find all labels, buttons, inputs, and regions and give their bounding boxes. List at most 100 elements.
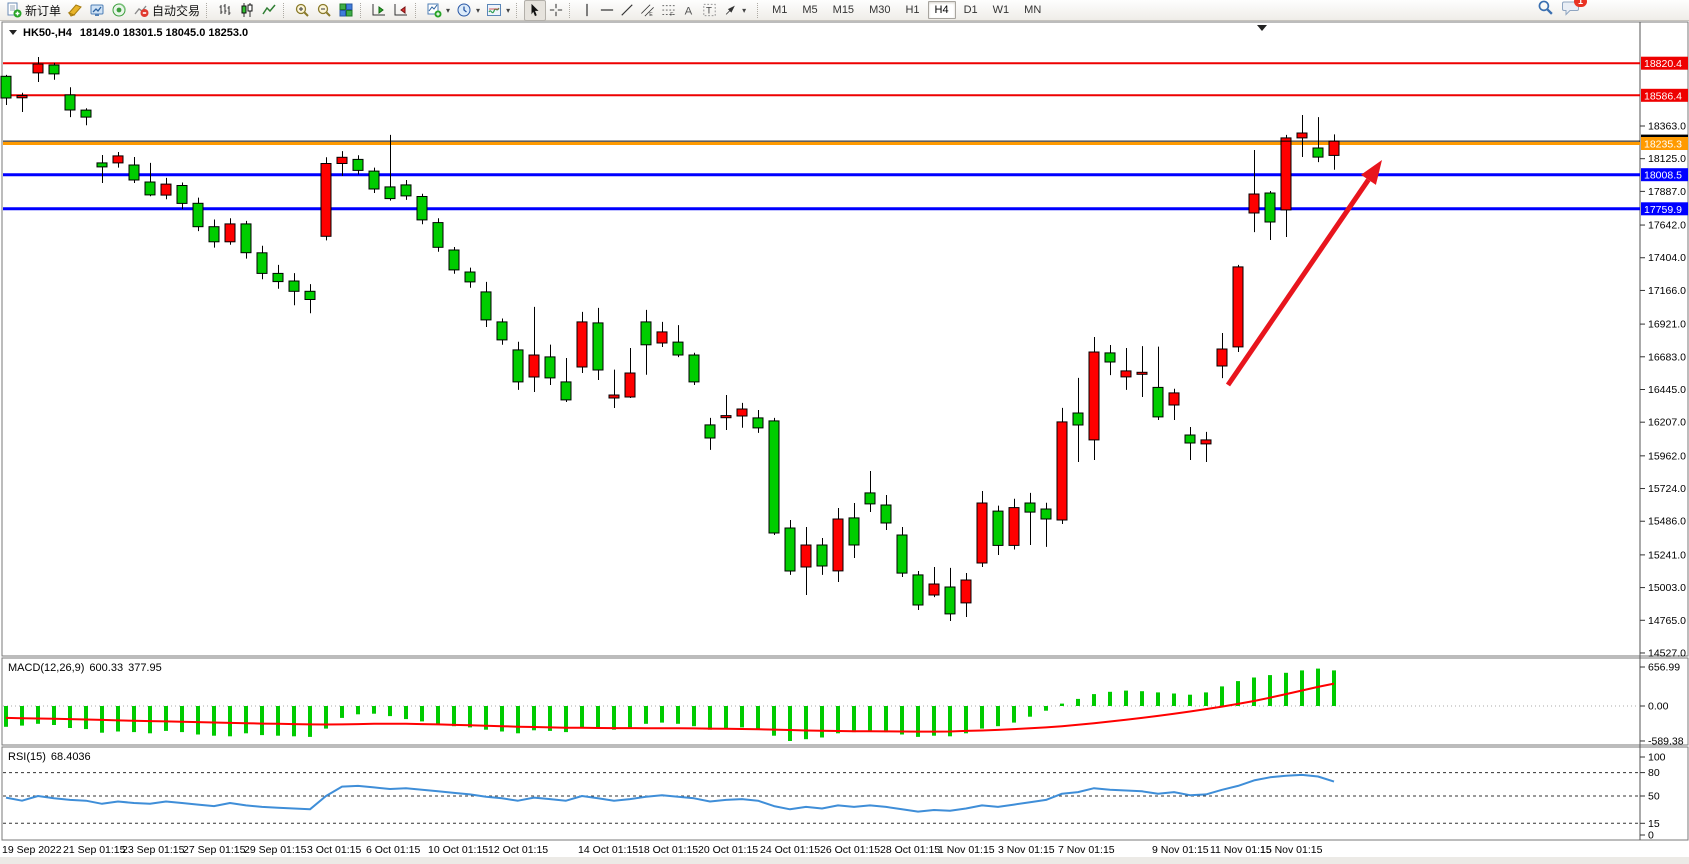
new-chart-icon — [426, 2, 442, 18]
shapes-dropdown[interactable]: ▾ — [720, 1, 749, 20]
price-tick-label: 17404.0 — [1648, 252, 1686, 264]
timeframe-M5[interactable]: M5 — [795, 1, 824, 19]
bar-chart-icon — [217, 2, 233, 18]
price-tick-label: 16445.0 — [1648, 384, 1686, 396]
time-axis[interactable]: 19 Sep 202221 Sep 01:1523 Sep 01:1527 Se… — [0, 844, 1689, 864]
autotrading-label: 自动交易 — [152, 2, 200, 19]
horizontal-line-tool-button[interactable] — [597, 1, 617, 20]
search-button[interactable] — [1537, 0, 1554, 21]
crosshair-tool-button[interactable] — [546, 1, 566, 20]
toolbar-separator — [360, 3, 365, 18]
price-tick-label: 14765.0 — [1648, 615, 1686, 627]
time-tick-label: 19 Sep 2022 — [2, 844, 62, 856]
arrows-shapes-icon — [723, 3, 738, 17]
timeframe-H1[interactable]: H1 — [898, 1, 926, 19]
timeframe-H4[interactable]: H4 — [928, 1, 956, 19]
price-tick-label: 15486.0 — [1648, 516, 1686, 528]
time-tick-label: 6 Oct 01:15 — [366, 844, 420, 856]
timeframe-D1[interactable]: D1 — [957, 1, 985, 19]
zoom-out-button[interactable] — [313, 1, 335, 20]
svg-text:18586.4: 18586.4 — [1644, 90, 1682, 102]
line-chart-button[interactable] — [258, 1, 280, 20]
time-tick-label: 20 Oct 01:15 — [698, 844, 758, 856]
svg-text:A: A — [685, 5, 693, 17]
cursor-icon — [528, 3, 542, 17]
time-tick-label: 26 Oct 01:15 — [820, 844, 880, 856]
time-tick-label: 29 Sep 01:15 — [244, 844, 307, 856]
toolbar: 新订单 自动交易 — [0, 0, 1689, 21]
timeframe-MN[interactable]: MN — [1017, 1, 1048, 19]
text-label-icon: T — [702, 3, 717, 17]
mt4-window: 18253.0 18363.018125.017887.017642.01740… — [0, 0, 1689, 864]
timeframe-M1[interactable]: M1 — [765, 1, 794, 19]
price-tick-label: 16207.0 — [1648, 417, 1686, 429]
svg-text:E: E — [649, 12, 653, 17]
price-tick-label: 17642.0 — [1648, 220, 1686, 232]
price-tick-label: 15724.0 — [1648, 483, 1686, 495]
svg-text:18820.4: 18820.4 — [1644, 58, 1682, 70]
bar-chart-button[interactable] — [214, 1, 236, 20]
new-chart-dropdown[interactable]: ▾ — [423, 1, 453, 20]
time-tick-label: 12 Oct 01:15 — [488, 844, 548, 856]
timeframe-W1[interactable]: W1 — [986, 1, 1017, 19]
price-tick-label: 15241.0 — [1648, 549, 1686, 561]
rsi-panel[interactable] — [2, 747, 1688, 840]
timeframe-M15[interactable]: M15 — [826, 1, 861, 19]
price-tick-label: 14527.0 — [1648, 648, 1686, 660]
time-tick-label: 28 Oct 01:15 — [880, 844, 940, 856]
notification-badge: 1 — [1574, 0, 1587, 7]
fibonacci-tool-button[interactable]: F — [658, 1, 679, 20]
crosshair-icon — [549, 3, 563, 17]
horizontal-line-icon — [600, 3, 614, 17]
candle-chart-button[interactable] — [236, 1, 258, 20]
time-tick-label: 1 Nov 01:15 — [938, 844, 995, 856]
chart-shift-button[interactable] — [390, 1, 412, 20]
terminal-button[interactable] — [86, 1, 108, 20]
terminal-icon — [89, 2, 105, 18]
label-tool-button[interactable]: T — [699, 1, 720, 20]
svg-text:T: T — [706, 6, 712, 17]
trendline-icon — [620, 3, 634, 17]
text-tool-button[interactable]: A — [679, 1, 699, 20]
toolbar-separator — [415, 3, 420, 18]
autotrading-button[interactable]: 自动交易 — [130, 1, 203, 20]
auto-scroll-button[interactable] — [368, 1, 390, 20]
vertical-line-tool-button[interactable] — [577, 1, 597, 20]
svg-text:17759.9: 17759.9 — [1644, 204, 1682, 216]
line-chart-icon — [261, 2, 277, 18]
cursor-tool-button[interactable] — [524, 0, 546, 21]
metaeditor-icon — [67, 2, 83, 18]
price-tick-label: 15962.0 — [1648, 450, 1686, 462]
new-order-icon — [6, 2, 22, 18]
time-tick-label: 24 Oct 01:15 — [760, 844, 820, 856]
notifications-button[interactable]: 1 — [1562, 0, 1580, 21]
main-chart-panel[interactable] — [2, 22, 1688, 656]
tile-windows-icon — [338, 2, 354, 18]
timeframe-M30[interactable]: M30 — [862, 1, 897, 19]
signals-icon — [111, 2, 127, 18]
auto-scroll-icon — [371, 2, 387, 18]
chart-canvas[interactable]: 18253.0 18363.018125.017887.017642.01740… — [0, 0, 1689, 864]
channel-tool-button[interactable]: E — [637, 1, 658, 20]
signals-button[interactable] — [108, 1, 130, 20]
indicators-dropdown[interactable]: ▾ — [483, 1, 513, 20]
metaeditor-button[interactable] — [64, 1, 86, 20]
time-tick-label: 15 Nov 01:15 — [1260, 844, 1323, 856]
trendline-tool-button[interactable] — [617, 1, 637, 20]
profiles-dropdown[interactable]: ▾ — [453, 1, 483, 20]
new-order-button[interactable]: 新订单 — [3, 1, 64, 20]
tile-windows-button[interactable] — [335, 1, 357, 20]
equidistant-channel-icon: E — [640, 3, 655, 17]
price-tick-label: 18125.0 — [1648, 153, 1686, 165]
new-order-label: 新订单 — [25, 2, 61, 19]
chevron-down-icon: ▾ — [742, 6, 746, 15]
rsi-tick-label: 100 — [1648, 752, 1666, 764]
time-tick-label: 21 Sep 01:15 — [63, 844, 126, 856]
zoom-in-button[interactable] — [291, 1, 313, 20]
fibonacci-icon: F — [661, 3, 676, 17]
time-tick-label: 7 Nov 01:15 — [1058, 844, 1115, 856]
time-tick-label: 27 Sep 01:15 — [183, 844, 246, 856]
autotrading-icon — [133, 2, 149, 18]
rsi-tick-label: 80 — [1648, 767, 1660, 779]
chart-shift-icon — [393, 2, 409, 18]
